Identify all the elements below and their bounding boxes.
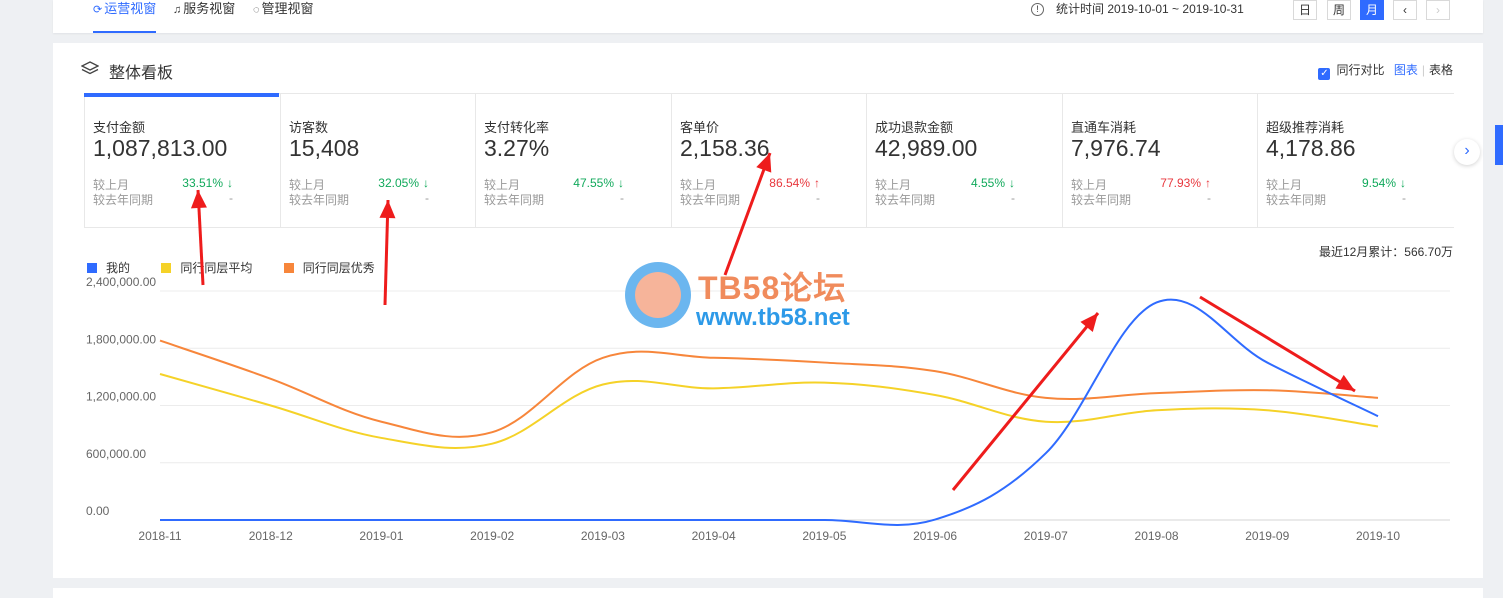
watermark-logo (625, 262, 691, 328)
y-tick-label: 2,400,000.00 (86, 275, 156, 289)
x-tick-label: 2018-12 (249, 529, 293, 543)
y-tick-label: 1,800,000.00 (86, 332, 156, 346)
series-line-0 (160, 298, 1379, 526)
y-tick-label: 1,200,000.00 (86, 390, 156, 404)
y-tick-label: 600,000.00 (86, 447, 146, 461)
x-tick-label: 2019-05 (802, 529, 846, 543)
x-tick-label: 2019-08 (1135, 529, 1179, 543)
x-tick-label: 2018-11 (138, 529, 181, 543)
x-tick-label: 2019-09 (1245, 529, 1289, 543)
watermark: TB58论坛 www.tb58.net (625, 262, 885, 332)
x-tick-label: 2019-07 (1024, 529, 1068, 543)
series-line-2 (159, 339, 1379, 438)
watermark-line2: www.tb58.net (696, 304, 850, 331)
x-tick-label: 2019-01 (359, 529, 403, 543)
x-tick-label: 2019-04 (692, 529, 736, 543)
y-tick-label: 0.00 (86, 504, 110, 518)
x-tick-label: 2019-02 (470, 529, 514, 543)
x-tick-label: 2019-10 (1356, 529, 1400, 543)
watermark-line1: TB58论坛 (698, 270, 847, 306)
x-tick-label: 2019-06 (913, 529, 957, 543)
series-line-1 (159, 373, 1379, 449)
x-tick-label: 2019-03 (581, 529, 625, 543)
